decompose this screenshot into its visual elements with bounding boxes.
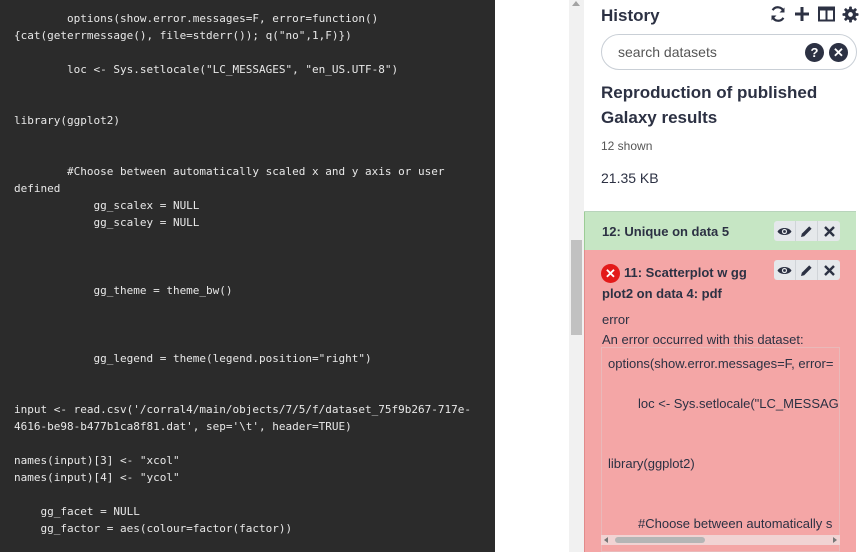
scroll-left-arrow-icon[interactable] bbox=[604, 537, 608, 543]
error-code-line: library(ggplot2) bbox=[608, 456, 695, 471]
plus-icon[interactable] bbox=[792, 4, 812, 24]
history-title: History bbox=[601, 6, 660, 25]
scrollbar-thumb[interactable] bbox=[571, 240, 582, 335]
help-icon[interactable]: ? bbox=[805, 43, 824, 62]
dataset-actions bbox=[774, 260, 840, 280]
gear-icon[interactable] bbox=[840, 4, 860, 24]
clear-search-icon[interactable]: ✕ bbox=[829, 43, 848, 62]
history-size: 21.35 KB bbox=[601, 170, 659, 186]
dataset-state: error bbox=[602, 312, 630, 327]
search-datasets-field[interactable]: ? ✕ bbox=[601, 34, 857, 70]
code-line: gg_legend = theme(legend.position="right… bbox=[14, 352, 372, 365]
code-line: {cat(geterrmessage(), file=stderr()); q(… bbox=[14, 29, 352, 42]
pencil-icon[interactable] bbox=[796, 221, 818, 241]
error-code-line: options(show.error.messages=F, error= bbox=[608, 356, 834, 371]
scroll-up-arrow-icon[interactable] bbox=[572, 1, 580, 6]
history-name[interactable]: Reproduction of published Galaxy results bbox=[601, 80, 841, 130]
code-line: 4616-be98-b477b1ca8f81.dat', sep='\t', h… bbox=[14, 420, 352, 433]
code-line: gg_theme = theme_bw() bbox=[14, 284, 233, 297]
error-message: An error occurred with this dataset: bbox=[602, 332, 804, 347]
code-line: #Choose between automatically scaled x a… bbox=[14, 165, 445, 178]
history-scrollbar[interactable] bbox=[569, 0, 584, 552]
columns-icon[interactable] bbox=[816, 4, 836, 24]
shown-count[interactable]: 12 shown bbox=[601, 139, 652, 153]
eye-icon[interactable] bbox=[774, 260, 796, 280]
code-line: loc <- Sys.setlocale("LC_MESSAGES", "en_… bbox=[14, 63, 399, 76]
dataset-item-11[interactable]: 11: Scatterplot w gg plot2 on data 4: pd… bbox=[584, 250, 856, 552]
delete-icon[interactable] bbox=[818, 260, 840, 280]
error-code-block[interactable]: options(show.error.messages=F, error= lo… bbox=[601, 347, 840, 552]
code-line: names(input)[4] <- "ycol" bbox=[14, 471, 180, 484]
code-line: gg_scaley = NULL bbox=[14, 216, 200, 229]
search-input[interactable] bbox=[618, 44, 798, 60]
dataset-title[interactable]: 11: Scatterplot w gg plot2 on data 4: pd… bbox=[602, 262, 772, 304]
delete-icon[interactable] bbox=[818, 221, 840, 241]
code-line: gg_facet = NULL bbox=[14, 505, 140, 518]
dataset-title[interactable]: 12: Unique on data 5 bbox=[602, 224, 729, 239]
code-line: defined bbox=[14, 182, 61, 195]
code-line: input <- read.csv('/corral4/main/objects… bbox=[14, 403, 471, 416]
pencil-icon[interactable] bbox=[796, 260, 818, 280]
error-icon: ✕ bbox=[601, 264, 620, 283]
sync-icon[interactable] bbox=[768, 4, 788, 24]
dataset-item-12[interactable]: 12: Unique on data 5 bbox=[584, 212, 856, 250]
code-line: library(ggplot2) bbox=[14, 114, 120, 127]
screen: options(show.error.messages=F, error=fun… bbox=[0, 0, 863, 552]
history-header-actions bbox=[768, 4, 860, 24]
scroll-right-arrow-icon[interactable] bbox=[833, 537, 837, 543]
code-line: gg_factor = aes(colour=factor(factor)) bbox=[14, 522, 293, 535]
code-line: names(input)[3] <- "xcol" bbox=[14, 454, 180, 467]
error-code-line: #Choose between automatically s bbox=[638, 516, 833, 531]
code-line: options(show.error.messages=F, error=fun… bbox=[14, 12, 379, 25]
scrollbar-thumb[interactable] bbox=[615, 537, 705, 543]
error-code-line: loc <- Sys.setlocale("LC_MESSAGE bbox=[638, 396, 840, 411]
code-line: gg_scalex = NULL bbox=[14, 199, 200, 212]
dataset-actions bbox=[774, 221, 840, 241]
code-panel: options(show.error.messages=F, error=fun… bbox=[0, 0, 495, 552]
code-horizontal-scrollbar[interactable] bbox=[601, 535, 840, 545]
eye-icon[interactable] bbox=[774, 221, 796, 241]
